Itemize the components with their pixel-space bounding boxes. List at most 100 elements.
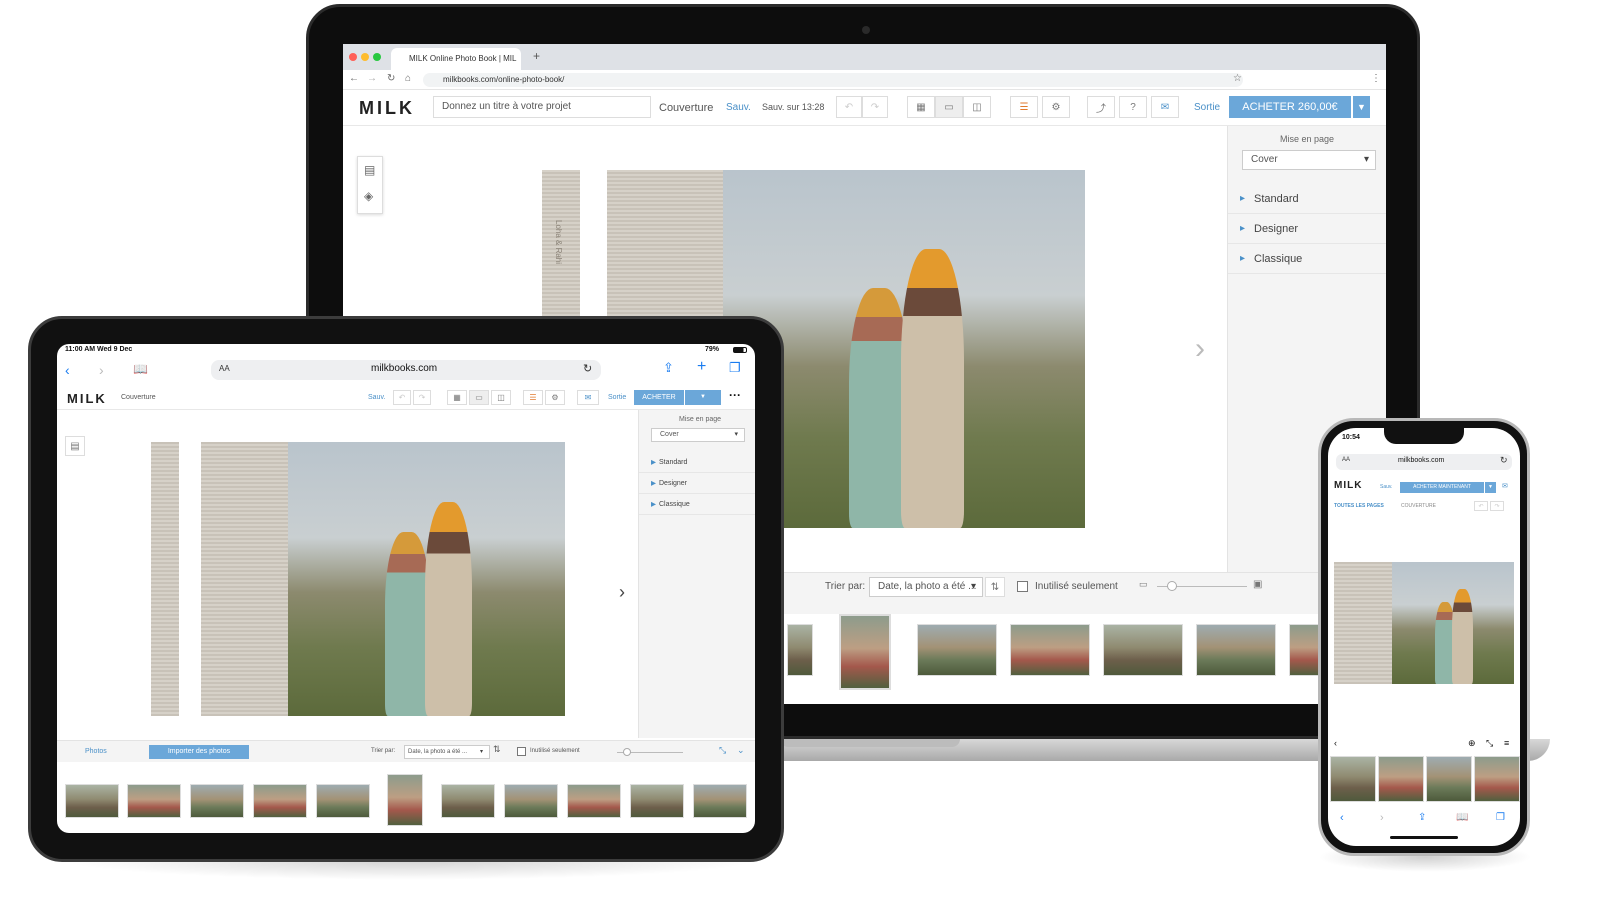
tablet-layout-select[interactable]: Cover	[651, 428, 745, 442]
grid-view-icon[interactable]: ▦	[907, 96, 935, 118]
next-page-icon[interactable]: ›	[1195, 332, 1205, 366]
tablet-zoom-thumb[interactable]	[623, 748, 631, 756]
tablet-photo-thumbnail[interactable]	[693, 784, 747, 818]
sidebar-item-classique[interactable]: Classique	[1228, 244, 1386, 274]
buy-dropdown-icon[interactable]: ▼	[1352, 96, 1370, 118]
minimize-window-icon[interactable]	[361, 53, 369, 61]
tablet-tabs-icon[interactable]: ❐	[729, 360, 741, 376]
phone-undo-icon[interactable]: ↶	[1474, 501, 1488, 511]
phone-save-link[interactable]: Sauv.	[1380, 484, 1392, 490]
tablet-photo-thumbnail[interactable]	[630, 784, 684, 818]
sort-select[interactable]: Date, la photo a été ...	[869, 577, 983, 597]
undo-icon[interactable]: ↶	[836, 96, 862, 118]
phone-nav-forward-icon[interactable]: ›	[1380, 812, 1384, 824]
phone-bookmarks-icon[interactable]: 📖	[1456, 812, 1468, 823]
tablet-buy-dropdown-icon[interactable]: ▼	[685, 390, 721, 405]
tablet-grid-view-icon[interactable]: ▦	[447, 390, 467, 405]
tablet-buy-button[interactable]: ACHETER	[634, 390, 684, 405]
tablet-next-page-icon[interactable]: ›	[619, 582, 625, 603]
phone-add-icon[interactable]: ⊕	[1468, 738, 1476, 749]
tablet-photo-thumbnail[interactable]	[504, 784, 558, 818]
tablet-expand-icon[interactable]: ⤡	[719, 745, 726, 756]
redo-icon[interactable]: ↷	[862, 96, 888, 118]
tablet-cover-photo[interactable]	[288, 442, 565, 716]
save-link[interactable]: Sauv.	[726, 102, 751, 113]
spread-view-icon[interactable]: ◫	[963, 96, 991, 118]
tablet-exit-link[interactable]: Sortie	[608, 394, 626, 401]
phone-buy-dropdown-icon[interactable]: ▼	[1485, 482, 1496, 493]
tablet-save-link[interactable]: Sauv.	[368, 394, 385, 401]
phone-reload-icon[interactable]: ↻	[1500, 455, 1508, 466]
tablet-list-icon[interactable]: ☰	[523, 390, 543, 405]
buy-button[interactable]: ACHETER 260,00€	[1229, 96, 1351, 118]
tablet-photo-thumbnail[interactable]	[441, 784, 495, 818]
unused-only-checkbox[interactable]	[1017, 581, 1028, 592]
bookmark-star-icon[interactable]: ☆	[1233, 73, 1242, 84]
tablet-photo-thumbnail[interactable]	[387, 774, 423, 826]
tablet-photo-thumbnail[interactable]	[127, 784, 181, 818]
photo-thumbnail[interactable]	[1010, 624, 1090, 676]
exit-link[interactable]: Sortie	[1194, 102, 1220, 113]
tablet-page-view-icon[interactable]: ▭	[469, 390, 489, 405]
phone-photo-thumbnail[interactable]	[1474, 756, 1520, 802]
address-field[interactable]: milkbooks.com/online-photo-book/	[423, 73, 1243, 87]
phone-aa[interactable]: AA	[1342, 457, 1350, 463]
back-icon[interactable]: ←	[349, 73, 359, 84]
tablet-sidebar-item-designer[interactable]: Designer	[639, 473, 755, 494]
new-tab-icon[interactable]: +	[533, 49, 540, 63]
tablet-redo-icon[interactable]: ↷	[413, 390, 431, 405]
phone-photo-thumbnail[interactable]	[1378, 756, 1424, 802]
tablet-photo-thumbnail[interactable]	[65, 784, 119, 818]
photo-thumbnail[interactable]	[839, 614, 891, 690]
phone-nav-back-icon[interactable]: ‹	[1340, 812, 1344, 824]
tablet-sort-direction-icon[interactable]: ⇅	[493, 744, 501, 755]
tablet-new-tab-icon[interactable]: +	[697, 358, 706, 376]
milk-logo[interactable]: MILK	[359, 98, 415, 119]
tablet-more-icon[interactable]: ···	[729, 388, 741, 402]
tablet-sidebar-item-classique[interactable]: Classique	[639, 494, 755, 515]
phone-photo-thumbnail[interactable]	[1426, 756, 1472, 802]
tablet-forward-icon[interactable]: ›	[99, 362, 104, 378]
reload-icon[interactable]: ↻	[387, 73, 395, 84]
project-title-input[interactable]: Donnez un titre à votre projet	[433, 96, 651, 118]
home-icon[interactable]: ⌂	[405, 73, 411, 84]
tablet-undo-icon[interactable]: ↶	[393, 390, 411, 405]
photo-thumbnail[interactable]	[787, 624, 813, 676]
phone-milk-logo[interactable]: MILK	[1334, 480, 1362, 491]
sidebar-item-standard[interactable]: Standard	[1228, 184, 1386, 214]
tablet-photo-thumbnail[interactable]	[190, 784, 244, 818]
tablet-milk-logo[interactable]: MILK	[67, 391, 107, 406]
phone-chat-icon[interactable]: ✉	[1502, 482, 1508, 490]
phone-share-icon[interactable]: ⇪	[1418, 812, 1426, 823]
paint-bucket-icon[interactable]: ◈	[364, 189, 373, 203]
zoom-in-icon[interactable]: ▣	[1253, 579, 1262, 590]
phone-redo-icon[interactable]: ↷	[1490, 501, 1504, 511]
tablet-collapse-icon[interactable]: ⌄	[737, 745, 745, 756]
tablet-unused-checkbox[interactable]	[517, 747, 526, 756]
tablet-photo-thumbnail[interactable]	[316, 784, 370, 818]
tablet-text-tool-icon[interactable]: ▤	[65, 436, 85, 456]
tablet-settings-icon[interactable]: ⚙	[545, 390, 565, 405]
close-window-icon[interactable]	[349, 53, 357, 61]
import-photos-button[interactable]: Importer des photos	[149, 745, 249, 759]
tablet-photo-thumbnail[interactable]	[567, 784, 621, 818]
phone-address-field[interactable]: AA milkbooks.com ↻	[1336, 454, 1512, 470]
help-icon[interactable]: ?	[1119, 96, 1147, 118]
phone-menu-icon[interactable]: ≡	[1504, 738, 1509, 748]
tablet-photos-tab[interactable]: Photos	[85, 748, 107, 755]
forward-icon[interactable]: →	[367, 73, 377, 84]
page-view-icon[interactable]: ▭	[935, 96, 963, 118]
phone-all-pages-link[interactable]: TOUTES LES PAGES	[1334, 503, 1384, 509]
tablet-chat-icon[interactable]: ✉	[577, 390, 599, 405]
tablet-photo-thumbnail[interactable]	[253, 784, 307, 818]
phone-back-arrow-icon[interactable]: ‹	[1334, 738, 1337, 748]
phone-buy-button[interactable]: ACHETER MAINTENANT	[1400, 482, 1484, 493]
photo-thumbnail[interactable]	[917, 624, 997, 676]
share-icon[interactable]: ⤴	[1087, 96, 1115, 118]
phone-expand-icon[interactable]: ⤡	[1486, 738, 1493, 749]
photo-thumbnail[interactable]	[1103, 624, 1183, 676]
browser-menu-icon[interactable]: ⋮	[1371, 73, 1381, 84]
zoom-out-icon[interactable]: ▭	[1139, 579, 1148, 590]
phone-tabs-icon[interactable]: ❐	[1496, 812, 1505, 823]
browser-tab[interactable]: MILK Online Photo Book | MIL	[391, 48, 521, 70]
